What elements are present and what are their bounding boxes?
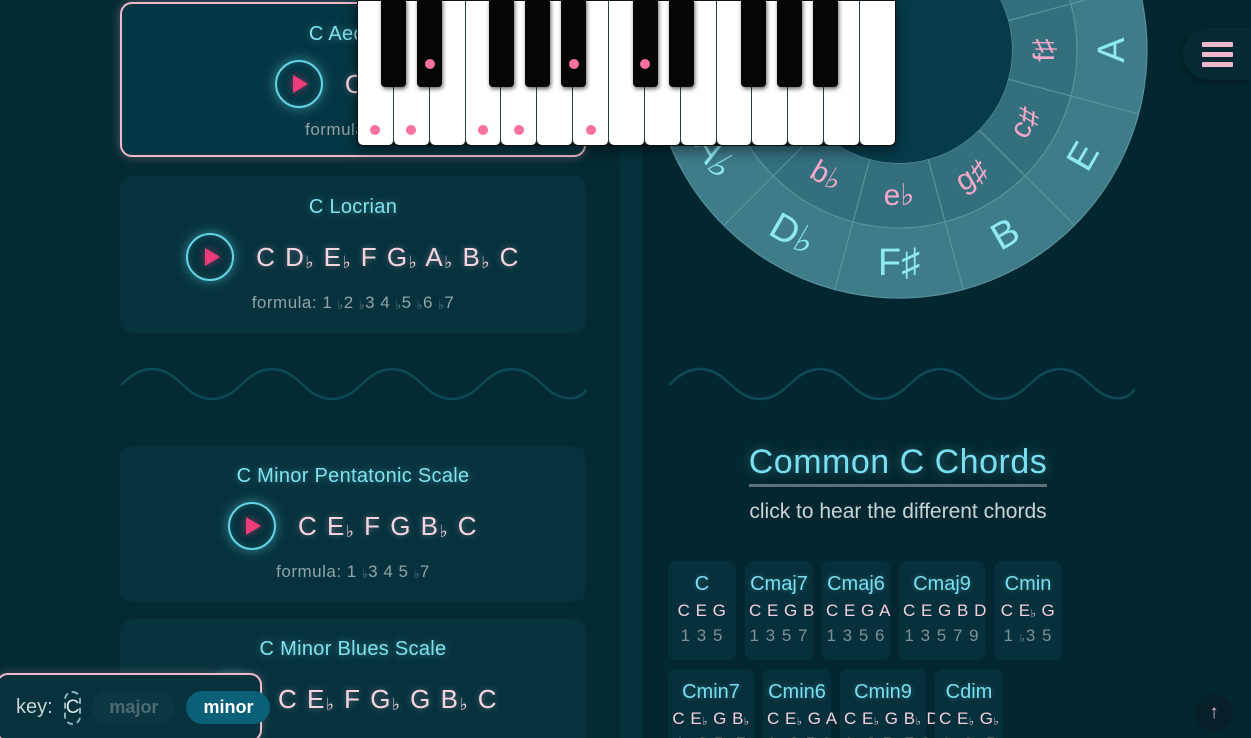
scale-card-minor-pentatonic[interactable]: C Minor Pentatonic Scale C E♭ F G B♭ C f… [120,446,586,602]
chord-notes: C E G B D [903,601,987,620]
mode-toggle-major[interactable]: major [92,691,176,724]
wheel-label-major: F♯ [878,242,920,284]
chord-card[interactable]: Cmin9 C E♭ G B♭ D 1 ♭3 5 ♭7 9 [840,669,940,738]
chord-intervals: 1 ♭3 5 [1003,626,1053,645]
wheel-label-major: A [1091,37,1133,63]
chord-notes: C E♭ G B♭ D [844,709,940,728]
hamburger-line [1201,41,1233,47]
play-icon [204,248,220,266]
chord-card[interactable]: Cmaj6 C E G A 1 3 5 6 [822,561,890,660]
chord-intervals: 1 ♭3 5 ♭7 9 [844,734,931,738]
chord-name: Cmin6 [768,681,826,703]
play-button[interactable] [186,233,235,281]
wave-divider-left [120,367,588,401]
chord-name: Cmaj6 [827,573,885,595]
wheel-label-minor: f♯ [1028,38,1061,61]
piano-black-key[interactable] [632,0,658,87]
chord-card[interactable]: Cmaj7 C E G B 1 3 5 7 [745,561,815,660]
wave-divider-right [668,367,1136,401]
play-icon [293,75,309,93]
scale-notes-row: C E♭ F G B♭ C [120,502,586,550]
chord-notes: C E♭ G♭ [939,709,1000,728]
key-highlight-dot [585,125,596,135]
chord-intervals: 1 ♭3 5 ♭7 [672,734,750,738]
chord-card[interactable]: Cmin6 C E♭ G A 1 ♭3 5 6 [763,669,838,738]
hamburger-line [1201,51,1233,57]
chord-card[interactable]: Cmin C E♭ G 1 ♭3 5 [994,561,1062,660]
key-value-pill[interactable]: C [63,690,82,725]
piano-black-key[interactable] [561,0,587,87]
chord-name: Cmin [1004,573,1052,595]
hamburger-icon[interactable] [1183,28,1251,80]
key-selector-bar[interactable]: key: C major minor [0,673,271,738]
arrow-up-icon[interactable]: ↑ [1195,694,1233,732]
piano-black-key[interactable] [668,0,694,87]
chord-name: C [694,573,710,595]
chord-name: Cmaj7 [750,573,808,595]
scale-title: C Locrian [308,196,398,218]
key-highlight-dot [640,59,651,69]
chord-card[interactable]: Cmin7 C E♭ G B♭ 1 ♭3 5 ♭7 [668,669,754,738]
piano-keyboard[interactable] [357,0,896,146]
chord-notes: C E G [677,601,727,620]
mode-toggle-minor[interactable]: minor [186,691,271,724]
scale-notes: C D♭ E♭ F G♭ A♭ B♭ C [256,241,520,272]
chord-intervals: 1 ♭3 5 6 [767,734,831,738]
play-button[interactable] [274,60,323,108]
key-label: key: [16,696,53,718]
chord-name: Cdim [945,681,993,703]
chord-notes: C E G A [826,601,891,620]
formula-value: 1 ♭3 4 5 ♭7 [346,562,430,581]
scale-formula: formula: 1 ♭2 ♭3 4 ♭5 ♭6 ♭7 [120,293,586,313]
chord-name: Cmaj9 [913,573,971,595]
key-highlight-dot [478,125,488,135]
chord-intervals: 1 3 5 7 9 [904,626,980,645]
piano-black-key[interactable] [489,0,515,87]
chord-card[interactable]: Cmaj9 C E G B D 1 3 5 7 9 [899,561,987,660]
chords-subtitle: click to hear the different chords [749,500,1047,523]
wheel-label-minor: e♭ [884,179,915,212]
key-highlight-dot [568,59,579,69]
chord-intervals: 1 3 5 6 [826,626,886,645]
chord-name: Cmin9 [854,681,912,703]
chords-header: Common C Chords click to hear the differ… [640,443,1156,524]
scale-notes: C E♭ F G B♭ C [297,510,479,541]
chord-intervals: 1 3 5 [680,626,724,645]
formula-value: 1 ♭2 ♭3 4 ♭5 ♭6 ♭7 [322,293,455,312]
play-button[interactable] [227,502,276,550]
chord-card[interactable]: C C E G 1 3 5 [668,561,736,660]
piano-black-key[interactable] [525,0,551,87]
piano-black-key[interactable] [740,0,766,87]
key-highlight-dot [406,125,417,135]
key-highlight-dot [424,59,435,69]
key-highlight-dot [370,125,381,135]
piano-black-key[interactable] [417,0,443,87]
chord-grid: C C E G 1 3 5 Cmaj7 C E G B 1 3 5 7 Cmaj6 C E G… [668,561,1136,738]
scale-card-locrian[interactable]: C Locrian C D♭ E♭ F G♭ A♭ B♭ C formula: … [120,176,586,333]
piano-black-key[interactable] [381,0,407,87]
play-icon [246,517,262,535]
chord-notes: C E♭ G [1000,601,1056,620]
chord-intervals: 1 3 5 7 [749,626,809,645]
scale-title: C Minor Blues Scale [259,638,447,660]
chord-intervals: 1 ♭3 ♭5 [939,734,999,738]
formula-label: formula: [276,562,342,581]
piano-white-key[interactable] [860,1,895,145]
scale-notes-row: C D♭ E♭ F G♭ A♭ B♭ C [120,233,586,281]
key-highlight-dot [513,125,524,135]
scale-formula: formula: 1 ♭3 4 5 ♭7 [120,562,586,582]
chord-card[interactable]: Cdim C E♭ G♭ 1 ♭3 ♭5 [935,669,1003,738]
chord-notes: C E♭ G B♭ [672,709,750,728]
hamburger-line [1201,61,1233,67]
chord-notes: C E G B [749,601,815,620]
chords-title: Common C Chords [748,443,1048,487]
piano-black-key[interactable] [776,0,802,87]
chord-name: Cmin7 [682,681,740,703]
piano-black-key[interactable] [812,0,838,87]
chord-notes: C E♭ G A [767,709,838,728]
formula-label: formula: [251,293,318,312]
scale-title: C Minor Pentatonic Scale [236,465,470,487]
scale-notes: C E♭ F G♭ G B♭ C [277,683,498,714]
